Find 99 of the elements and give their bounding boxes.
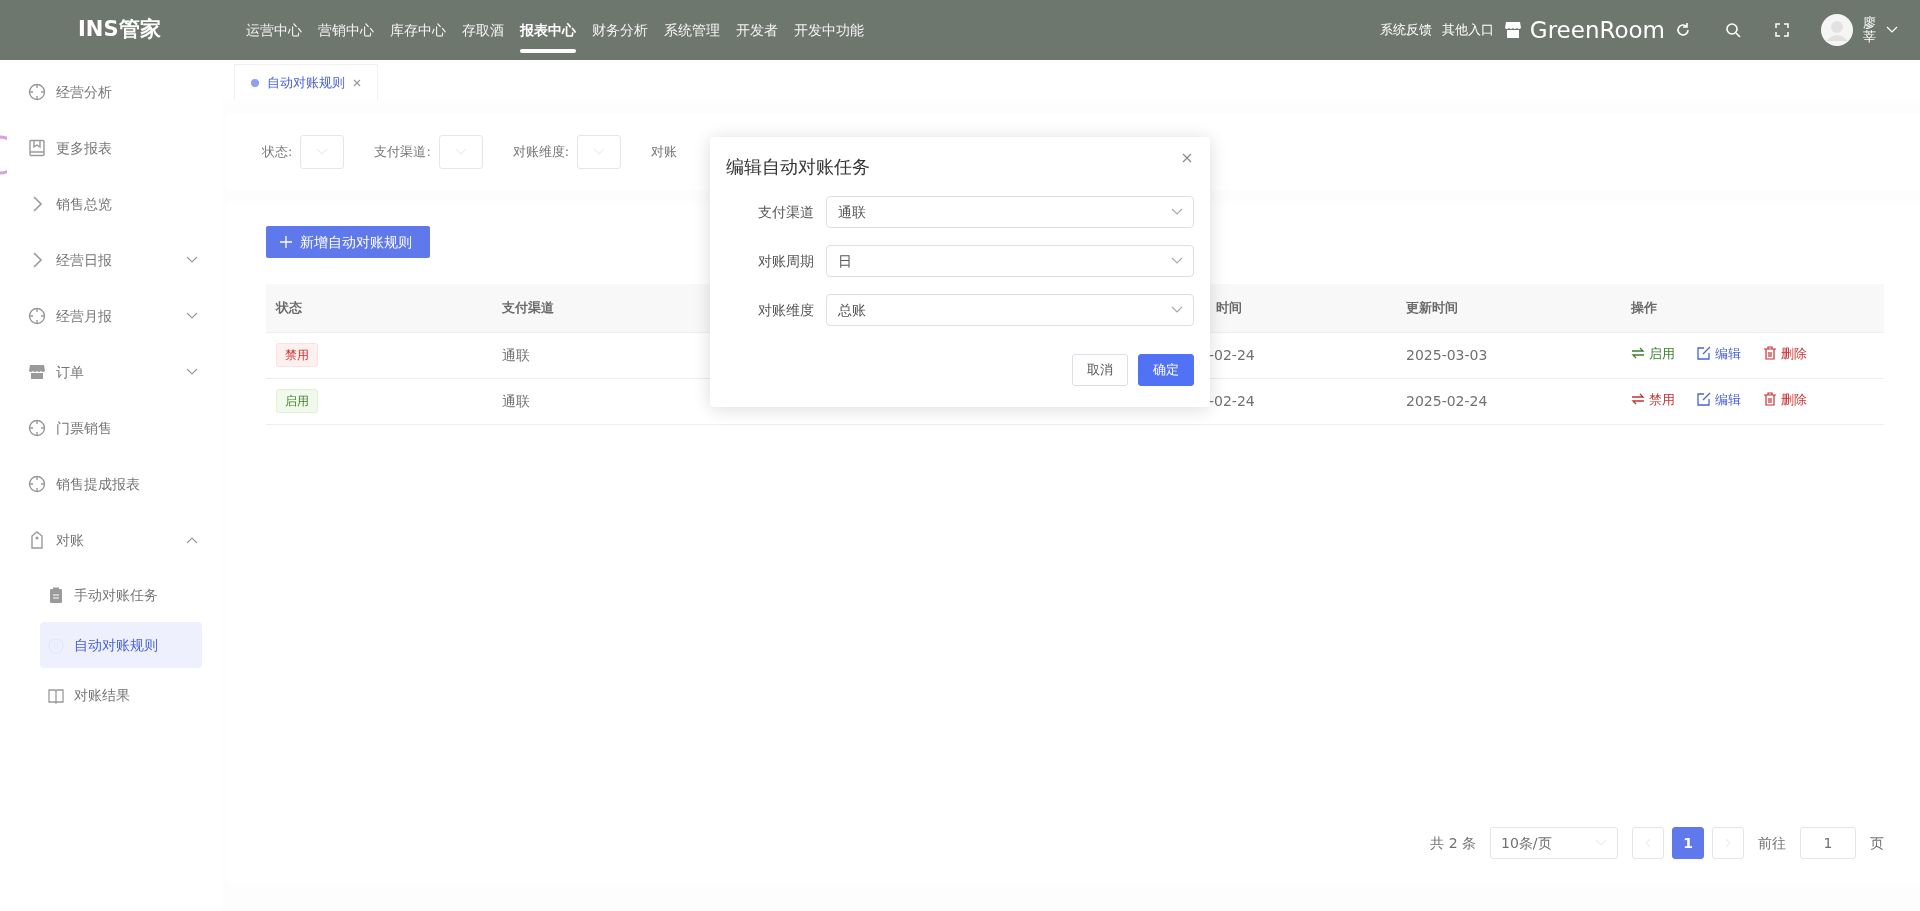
nav-tab[interactable]: 开发中功能 [786,0,872,60]
nav-tab[interactable]: 开发者 [728,0,786,60]
header-link[interactable]: 其他入口 [1441,20,1494,40]
sidebar-item[interactable]: 门票销售 [0,400,222,456]
page-suffix: 页 [1870,833,1884,853]
item-label: 订单 [56,362,84,382]
sidebar-item[interactable]: 经营分析 [0,64,222,120]
total-count: 共 2 条 [1430,833,1476,853]
item-label: 销售总览 [56,194,112,214]
open-book-icon [48,686,64,704]
user-name: 廖莘 [1863,15,1876,45]
column-header: 状态 [266,284,492,332]
page-button[interactable]: 1 [1672,827,1704,859]
field-label: 对账维度 [757,300,815,320]
nav-tab[interactable]: 营销中心 [310,0,382,60]
chevron-down-icon [1171,257,1183,265]
chevron-down-icon [1171,208,1183,216]
sidebar-item[interactable]: 经营日报 [0,232,222,288]
target-icon [28,83,46,101]
action-link[interactable]: 删除 [1763,389,1807,410]
store-icon [28,363,46,381]
field-label: 对账周期 [757,251,815,271]
item-label: 门票销售 [56,418,112,438]
item-label: 经营月报 [56,306,112,326]
target-icon [28,475,46,493]
page-tab[interactable]: 自动对账规则 [234,64,378,100]
floating-ring-icon[interactable] [0,135,7,175]
sidebar-subitem[interactable]: 手动对账任务 [40,572,202,618]
sidebar-item[interactable]: 订单 [0,344,222,400]
sidebar-item[interactable]: 销售总览 [0,176,222,232]
chevron-down-icon [1171,306,1183,314]
table-cell: 2025-03-03 [1396,332,1621,378]
select-field[interactable]: 通联 [826,196,1194,228]
target-icon [28,307,46,325]
goto-label: 前往 [1758,833,1786,853]
item-label: 经营分析 [56,82,112,102]
app-logo: INS管家 [77,16,162,44]
sidebar-item[interactable]: 对账 [0,512,222,568]
close-button[interactable] [1180,151,1194,165]
add-rule-button[interactable]: 新增自动对账规则 [266,226,430,258]
action-link[interactable]: 编辑 [1697,343,1741,364]
store-name: GreenRoom [1529,15,1665,45]
edit-icon [1697,392,1711,407]
status-dot [251,78,259,87]
swap-icon [1631,392,1645,407]
confirm-button[interactable]: 确定 [1138,354,1194,386]
caret-icon [1886,26,1898,34]
page-size-select[interactable]: 10条/页 [1490,827,1618,859]
swap-icon [1631,346,1645,361]
refresh-icon[interactable] [1675,22,1691,38]
edit-icon [1697,346,1711,361]
select-field[interactable]: 日 [826,245,1194,277]
trash-icon [1763,392,1777,407]
sidebar-item[interactable]: 经营月报 [0,288,222,344]
action-link[interactable]: 启用 [1631,343,1675,364]
tag-icon [28,531,46,549]
fullscreen-icon[interactable] [1775,23,1789,37]
header-link[interactable]: 系统反馈 [1379,20,1432,40]
nav-tab[interactable]: 报表中心 [512,0,584,60]
cancel-button[interactable]: 取消 [1072,354,1128,386]
item-label: 销售提成报表 [56,474,140,494]
close-icon [1182,153,1192,163]
store-icon [1503,21,1522,39]
trash-icon [1763,346,1777,361]
column-header: 操作 [1621,284,1884,332]
nav-tab[interactable]: 库存中心 [382,0,454,60]
avatar[interactable] [1821,14,1853,46]
action-link[interactable]: 删除 [1763,343,1807,364]
select-field[interactable]: 总账 [826,294,1194,326]
sidebar-item[interactable]: 销售提成报表 [0,456,222,512]
filter-label: 状态: [262,143,293,162]
item-label: 对账 [56,530,84,550]
plus-icon [280,236,292,248]
sidebar-subitem[interactable]: 对账结果 [40,672,202,718]
close-icon[interactable] [353,78,361,87]
page-input[interactable]: 1 [1800,827,1856,859]
status-tag: 启用 [276,389,318,413]
item-label: 更多报表 [56,138,112,158]
status-tag: 禁用 [276,343,318,367]
nav-tab[interactable]: 财务分析 [584,0,656,60]
item-label: 经营日报 [56,250,112,270]
column-header: 更新时间 [1396,284,1621,332]
sidebar-subitem[interactable]: 自动对账规则 [40,622,202,668]
nav-tab[interactable]: 系统管理 [656,0,728,60]
action-link[interactable]: 禁用 [1631,389,1675,410]
table-cell: 2025-02-24 [1396,378,1621,424]
field-label: 支付渠道 [757,202,815,222]
search-icon[interactable] [1725,22,1741,38]
nav-tab[interactable]: 运营中心 [238,0,310,60]
filter-label: 对账维度: [512,143,570,162]
sidebar-item[interactable]: 更多报表 [0,120,222,176]
target-icon [28,419,46,437]
book-icon [28,139,46,157]
filter-label: 对账 [651,143,678,162]
clipboard-icon [48,586,64,604]
dialog-title: 编辑自动对账任务 [726,155,871,179]
nav-tab[interactable]: 存取酒 [454,0,512,60]
action-link[interactable]: 编辑 [1697,389,1741,410]
filter-label: 支付渠道: [374,143,431,162]
